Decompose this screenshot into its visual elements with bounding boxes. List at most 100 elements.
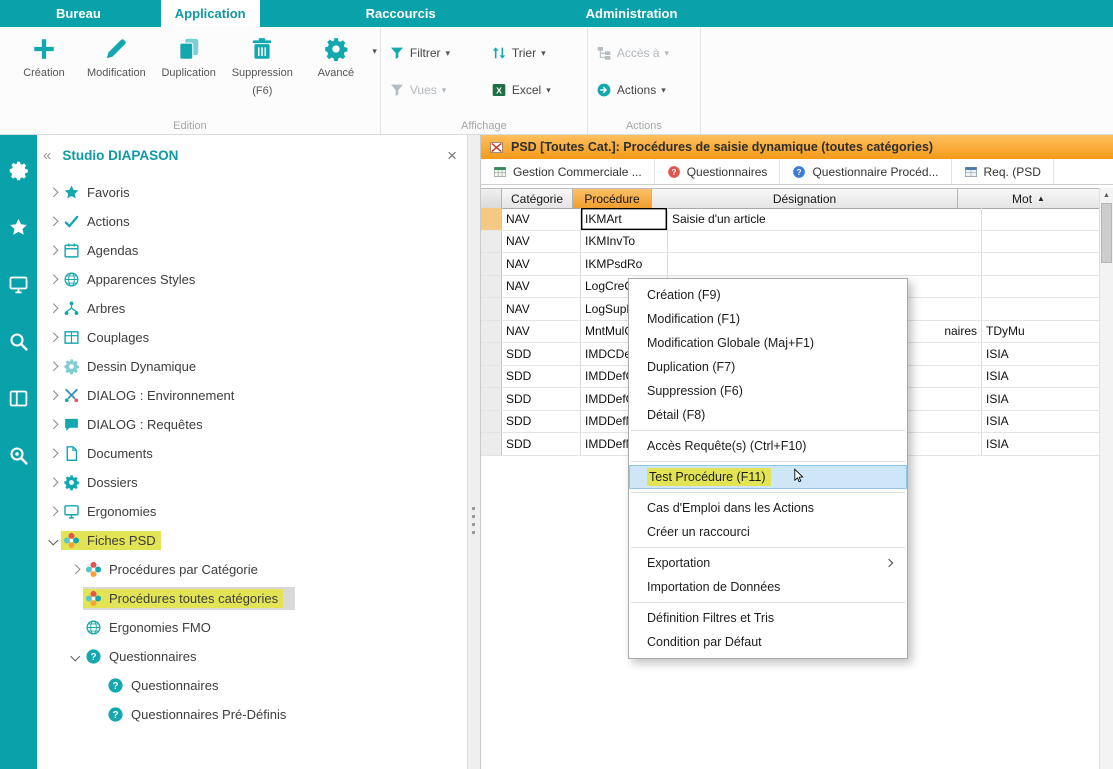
grid-row-indicator[interactable] — [481, 276, 502, 298]
menu-item-condition-par-d-faut[interactable]: Condition par Défaut — [629, 630, 907, 654]
tree-item[interactable]: ?Questionnaires — [37, 642, 467, 671]
menu-item-duplication-f7-[interactable]: Duplication (F7) — [629, 355, 907, 379]
grid-column-header-catégorie[interactable]: Catégorie — [502, 189, 573, 208]
grid-cell[interactable]: ISIA — [982, 433, 1100, 455]
tree-item[interactable]: Actions — [37, 207, 467, 236]
tree-expanded-chevron-icon[interactable] — [45, 533, 61, 549]
gear-icon[interactable] — [8, 160, 29, 181]
grid-cell[interactable]: NAV — [502, 276, 581, 298]
dropdown-caret-icon[interactable]: ▾ — [541, 48, 546, 59]
panel-tab-3[interactable]: Req. (PSD — [952, 159, 1054, 184]
panel-tab-2[interactable]: ?Questionnaire Procéd... — [780, 159, 951, 184]
grid-column-header-désignation[interactable]: Désignation — [652, 189, 958, 208]
tree-collapsed-chevron-icon[interactable] — [67, 562, 83, 578]
tree-collapsed-chevron-icon[interactable] — [45, 214, 61, 230]
tree-item[interactable]: Couplages — [37, 323, 467, 352]
tree-item[interactable]: Agendas — [37, 236, 467, 265]
monitor-icon[interactable] — [8, 274, 29, 295]
tree-item[interactable]: Dossiers — [37, 468, 467, 497]
grid-cell[interactable]: NAV — [502, 231, 581, 253]
tree-collapsed-chevron-icon[interactable] — [45, 301, 61, 317]
tree-item[interactable]: Arbres — [37, 294, 467, 323]
grid-row-indicator[interactable] — [481, 231, 502, 253]
dropdown-caret-icon[interactable]: ▾ — [442, 85, 447, 96]
menubar-tab-raccourcis[interactable]: Raccourcis — [352, 0, 450, 27]
menu-item-cr-ation-f9-[interactable]: Création (F9) — [629, 283, 907, 307]
grid-vertical-scrollbar[interactable]: ▲ — [1099, 188, 1113, 769]
tree-item[interactable]: DIALOG : Environnement — [37, 381, 467, 410]
grid-row-indicator[interactable] — [481, 253, 502, 275]
menu-item-importation-de-donn-es[interactable]: Importation de Données — [629, 575, 907, 599]
grid-cell[interactable] — [982, 231, 1100, 253]
ribbon-button-duplication[interactable]: Duplication — [153, 31, 225, 98]
menu-item-cas-d-emploi-dans-les-actions[interactable]: Cas d'Emploi dans les Actions — [629, 496, 907, 520]
grid-cell[interactable]: ISIA — [982, 343, 1100, 365]
dropdown-caret-icon[interactable]: ▾ — [546, 85, 551, 96]
grid-cell[interactable]: NAV — [502, 253, 581, 275]
panel-tab-0[interactable]: Gestion Commerciale ... — [481, 159, 655, 184]
tree-expanded-chevron-icon[interactable] — [67, 649, 83, 665]
menu-item-modification-f1-[interactable]: Modification (F1) — [629, 307, 907, 331]
search-icon[interactable] — [8, 331, 29, 352]
tree-collapsed-chevron-icon[interactable] — [45, 243, 61, 259]
grid-row-indicator[interactable] — [481, 321, 502, 343]
tree-item[interactable]: Ergonomies FMO — [37, 613, 467, 642]
grid-column-header-mot[interactable]: Mot▲ — [958, 189, 1100, 208]
tree-item[interactable]: Documents — [37, 439, 467, 468]
grid-cell[interactable]: SDD — [502, 366, 581, 388]
tree-item[interactable]: Dessin Dynamique — [37, 352, 467, 381]
ribbon-button-filtrer[interactable]: Filtrer▾ — [389, 43, 477, 63]
menu-item-d-tail-f8-[interactable]: Détail (F8) — [629, 403, 907, 427]
grid-cell[interactable]: SDD — [502, 433, 581, 455]
grid-row-indicator[interactable] — [481, 366, 502, 388]
tree-collapsed-chevron-icon[interactable] — [45, 272, 61, 288]
tree-collapsed-chevron-icon[interactable] — [45, 446, 61, 462]
tree-item[interactable]: Procédures par Catégorie — [37, 555, 467, 584]
menu-item-d-finition-filtres-et-tris[interactable]: Définition Filtres et Tris — [629, 606, 907, 630]
panel-tab-1[interactable]: ?Questionnaires — [655, 159, 781, 184]
tree-item[interactable]: DIALOG : Requêtes — [37, 410, 467, 439]
ribbon-button-suppression[interactable]: Suppression(F6) — [225, 31, 300, 98]
grid-cell[interactable] — [982, 298, 1100, 320]
tree-item[interactable]: Ergonomies — [37, 497, 467, 526]
grid-row-indicator[interactable] — [481, 343, 502, 365]
grid-cell[interactable]: Saisie d'un article — [668, 208, 982, 230]
dropdown-caret-icon[interactable]: ▾ — [446, 48, 451, 59]
grid-cell[interactable]: TDyMu — [982, 321, 1100, 343]
grid-cell[interactable] — [982, 276, 1100, 298]
grid-cell[interactable]: SDD — [502, 388, 581, 410]
dropdown-caret-icon[interactable]: ▾ — [372, 45, 377, 58]
tree-item[interactable]: ?Questionnaires Pré-Définis — [37, 700, 467, 729]
star-icon[interactable] — [8, 217, 29, 238]
tree-item[interactable]: Fiches PSD — [37, 526, 467, 555]
layout-icon[interactable] — [8, 388, 29, 409]
grid-cell[interactable]: NAV — [502, 321, 581, 343]
ribbon-button-excel[interactable]: XExcel▾ — [491, 80, 579, 100]
menu-item-acc-s-requ-te-s-ctrl-f10-[interactable]: Accès Requête(s) (Ctrl+F10) — [629, 434, 907, 458]
menubar-tab-application[interactable]: Application — [161, 0, 260, 27]
tree-item[interactable]: Favoris — [37, 178, 467, 207]
grid-row[interactable]: NAVIKMPsdRo — [481, 253, 1100, 276]
tree-collapsed-chevron-icon[interactable] — [45, 185, 61, 201]
grid-row-indicator[interactable] — [481, 208, 502, 230]
tree-item[interactable]: ?Questionnaires — [37, 671, 467, 700]
tree-collapsed-chevron-icon[interactable] — [45, 504, 61, 520]
grid-cell[interactable]: IKMPsdRo — [581, 253, 668, 275]
tree-item[interactable]: Apparences Styles — [37, 265, 467, 294]
grid-cell[interactable] — [982, 208, 1100, 230]
menu-item-test-proc-dure-f11-[interactable]: Test Procédure (F11) — [629, 465, 907, 489]
ribbon-button-trier[interactable]: Trier▾ — [491, 43, 579, 63]
searchplus-icon[interactable] — [8, 445, 29, 466]
close-sidebar-button[interactable]: × — [447, 149, 457, 163]
menu-item-suppression-f6-[interactable]: Suppression (F6) — [629, 379, 907, 403]
grid-row-indicator[interactable] — [481, 388, 502, 410]
grid-cell[interactable]: SDD — [502, 343, 581, 365]
grid-cell[interactable]: ISIA — [982, 388, 1100, 410]
grid-row-indicator[interactable] — [481, 411, 502, 433]
collapse-sidebar-button[interactable]: « — [43, 147, 51, 164]
grid-row-indicator[interactable] — [481, 433, 502, 455]
tree-collapsed-chevron-icon[interactable] — [45, 417, 61, 433]
scrollbar-up-arrow-icon[interactable]: ▲ — [1100, 188, 1113, 202]
dropdown-caret-icon[interactable]: ▾ — [661, 85, 666, 96]
grid-cell[interactable] — [668, 253, 982, 275]
